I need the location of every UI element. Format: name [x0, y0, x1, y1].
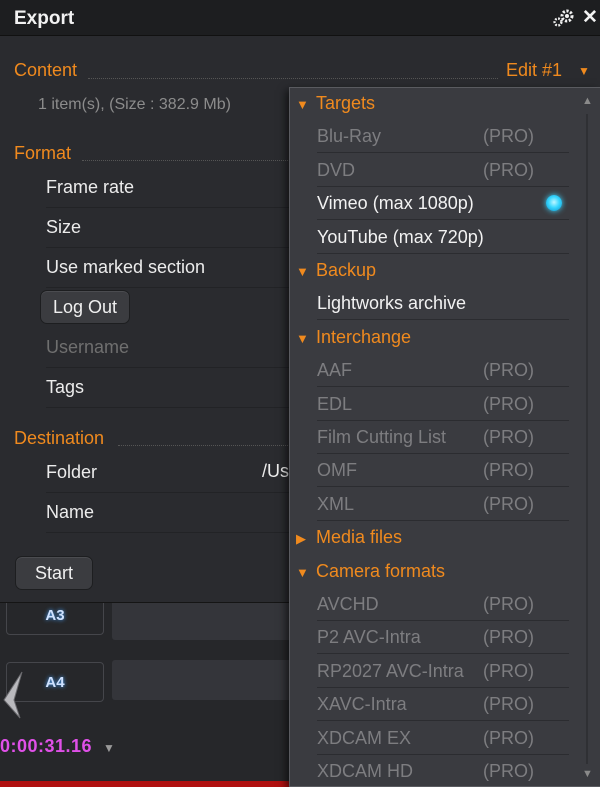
group-media-files[interactable]: ▶ Media files [296, 521, 402, 553]
content-heading: Content [14, 60, 78, 80]
start-button[interactable]: Start [15, 556, 93, 590]
selected-indicator-icon [546, 195, 562, 211]
frame-rate-label: Frame rate [46, 177, 135, 197]
name-label: Name [46, 502, 95, 522]
triangle-down-icon: ▼ [296, 264, 309, 279]
name-row[interactable]: Name [46, 493, 306, 533]
folder-path[interactable]: /Us [262, 461, 289, 482]
track-a4-lane[interactable] [112, 660, 300, 700]
window-title: Export [14, 8, 75, 29]
pro-badge: (PRO) [483, 126, 534, 146]
log-out-button[interactable]: Log Out [40, 290, 130, 324]
group-targets[interactable]: ▼ Targets [296, 87, 375, 119]
pro-badge: (PRO) [483, 460, 534, 480]
title-bar[interactable]: Export ✕ [0, 0, 600, 36]
pro-badge: (PRO) [483, 494, 534, 514]
menu-item-blu-ray[interactable]: Blu-Ray (PRO) [317, 120, 569, 153]
pro-badge: (PRO) [483, 627, 534, 647]
pro-badge: (PRO) [483, 661, 534, 681]
track-a4-label: A4 [45, 673, 65, 691]
tags-row[interactable]: Tags [46, 368, 306, 408]
menu-item-aaf[interactable]: AAF (PRO) [317, 354, 569, 387]
pro-badge: (PRO) [483, 360, 534, 380]
group-camera-formats[interactable]: ▼ Camera formats [296, 555, 445, 587]
triangle-down-icon: ▼ [296, 565, 309, 580]
pro-badge: (PRO) [483, 728, 534, 748]
pro-badge: (PRO) [483, 694, 534, 714]
size-row[interactable]: Size [46, 208, 306, 248]
group-interchange[interactable]: ▼ Interchange [296, 321, 411, 353]
timecode-chevron-down-icon[interactable]: ▼ [103, 741, 115, 755]
menu-item-rp2027-avc-intra[interactable]: RP2027 AVC-Intra (PRO) [317, 655, 569, 688]
pro-badge: (PRO) [483, 761, 534, 781]
menu-item-xml[interactable]: XML (PRO) [317, 488, 569, 521]
pro-badge: (PRO) [483, 394, 534, 414]
menu-item-avchd[interactable]: AVCHD (PRO) [317, 588, 569, 621]
pro-badge: (PRO) [483, 594, 534, 614]
size-label: Size [46, 217, 82, 237]
divider [82, 160, 292, 161]
scrollbar-track[interactable] [586, 114, 588, 764]
menu-item-xdcam-ex[interactable]: XDCAM EX (PRO) [317, 722, 569, 755]
destination-heading: Destination [14, 428, 105, 448]
divider [88, 78, 498, 79]
use-marked-section-label: Use marked section [46, 257, 206, 277]
menu-item-lightworks-archive[interactable]: Lightworks archive [317, 287, 569, 320]
timecode-display[interactable]: 0:00:31.16 [0, 736, 92, 757]
menu-item-edl[interactable]: EDL (PRO) [317, 388, 569, 421]
divider [118, 445, 292, 446]
menu-item-film-cutting-list[interactable]: Film Cutting List (PRO) [317, 421, 569, 454]
chevron-down-icon[interactable]: ▼ [578, 64, 590, 78]
close-icon[interactable]: ✕ [582, 6, 598, 29]
triangle-down-icon: ▼ [296, 97, 309, 112]
use-marked-section-row[interactable]: Use marked section [46, 248, 306, 288]
track-a3-label: A3 [45, 606, 65, 624]
playhead-icon[interactable] [0, 670, 24, 720]
folder-label: Folder [46, 462, 98, 482]
menu-item-youtube[interactable]: YouTube (max 720p) [317, 221, 569, 254]
menu-item-omf[interactable]: OMF (PRO) [317, 454, 569, 487]
tags-label: Tags [46, 377, 85, 397]
pro-badge: (PRO) [483, 427, 534, 447]
group-backup[interactable]: ▼ Backup [296, 254, 376, 286]
triangle-down-icon: ▼ [296, 331, 309, 346]
track-a3-lane[interactable] [112, 600, 300, 640]
scroll-down-icon[interactable]: ▼ [582, 768, 593, 780]
menu-item-xavc-intra[interactable]: XAVC-Intra (PRO) [317, 688, 569, 721]
menu-item-xdcam-hd[interactable]: XDCAM HD (PRO) [317, 755, 569, 787]
record-bar [0, 781, 295, 787]
frame-rate-row[interactable]: Frame rate [46, 168, 306, 208]
username-field[interactable]: Username [46, 328, 306, 368]
menu-item-vimeo[interactable]: Vimeo (max 1080p) [317, 187, 569, 220]
content-size-info: 1 item(s), (Size : 382.9 Mb) [38, 96, 231, 113]
pro-badge: (PRO) [483, 160, 534, 180]
menu-item-p2-avc-intra[interactable]: P2 AVC-Intra (PRO) [317, 621, 569, 654]
scroll-up-icon[interactable]: ▲ [582, 95, 593, 107]
edit-selector[interactable]: Edit #1 [506, 60, 562, 81]
format-heading: Format [14, 143, 72, 163]
menu-item-dvd[interactable]: DVD (PRO) [317, 154, 569, 187]
gear-icon[interactable] [552, 8, 576, 28]
triangle-right-icon: ▶ [296, 531, 306, 546]
